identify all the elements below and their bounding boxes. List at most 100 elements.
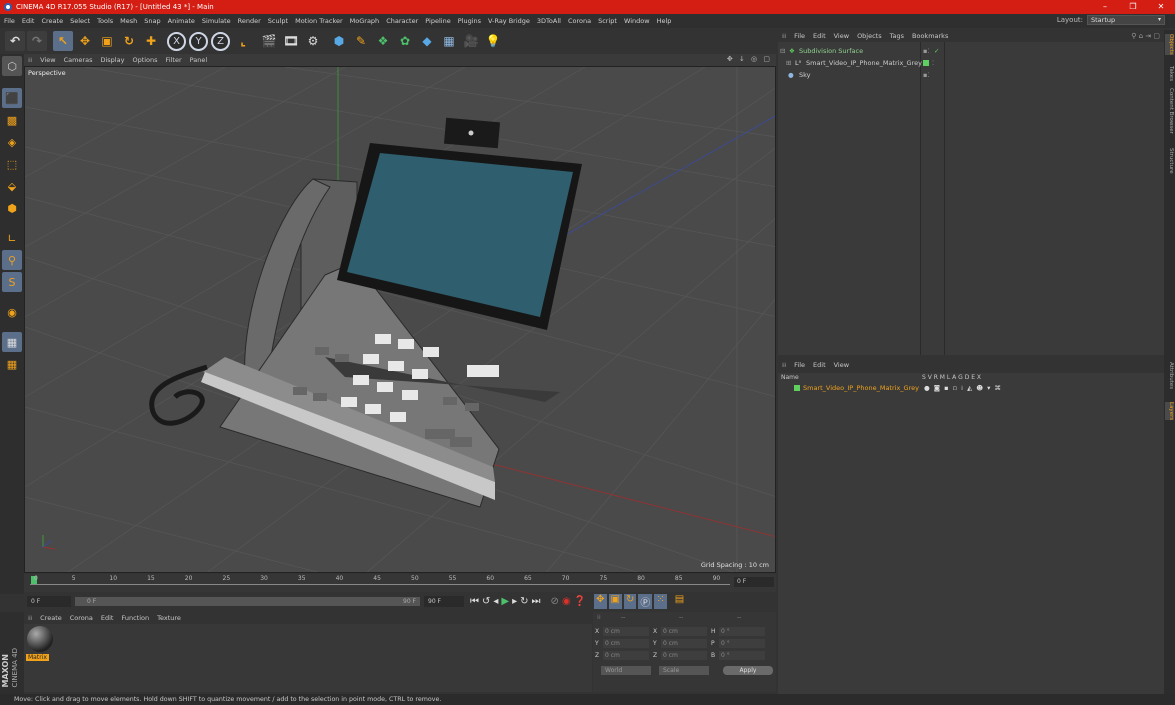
world-dropdown[interactable]: World [601,666,651,675]
key-position-icon[interactable]: ✥ [594,593,607,609]
perspective-viewport[interactable]: Perspective Grid Spacing : 10 cm [24,66,776,573]
undo-icon[interactable]: ↶ [5,31,25,51]
apply-button[interactable]: Apply [723,666,773,675]
pen-spline-icon[interactable]: ✎ [351,31,371,51]
planar-workplane-icon[interactable]: ▦ [2,354,22,374]
enabled-check-icon[interactable]: ✓ [934,45,939,57]
coord-value-field[interactable]: 0 cm [603,639,649,648]
close-button[interactable]: ✕ [1147,0,1175,14]
layer-row[interactable]: Smart_Video_IP_Phone_Matrix_Grey ● ◙ ▪ ▫… [778,382,1164,394]
visibility-dots-icon[interactable]: ⁚ [932,57,934,69]
layer-menu-file[interactable]: File [794,361,805,369]
camera-icon[interactable]: 🎥 [461,31,481,51]
motion-record-icon[interactable]: ⊘ [551,596,559,607]
floor-icon[interactable]: ▦ [439,31,459,51]
material-menu-create[interactable]: Create [40,614,62,622]
edges-mode-icon[interactable]: ⬙ [2,176,22,196]
menu-character[interactable]: Character [386,17,418,25]
menu-3dtoall[interactable]: 3DToAll [537,17,561,25]
record-keys-icon[interactable]: ◉ [562,596,571,607]
timeline-ruler[interactable]: 0 5 10 15 20 25 30 35 40 45 50 55 60 65 70 75 80 85 90 0 F [24,574,776,592]
add-object-icon[interactable]: ✚ [141,31,161,51]
menu-create[interactable]: Create [41,17,63,25]
maximize-button[interactable]: ❐ [1119,0,1147,14]
texture-mode-icon[interactable]: ▩ [2,110,22,130]
make-editable-icon[interactable]: ⬡ [2,56,22,76]
render-settings-icon[interactable]: ⚙ [303,31,323,51]
auto-key-icon[interactable]: ❓ [574,596,586,607]
polygons-mode-icon[interactable]: ⬢ [2,198,22,218]
expand-icon[interactable]: ⊞ [786,57,791,69]
material-menu-corona[interactable]: Corona [70,614,93,622]
workplane-lock-icon[interactable]: ▦ [2,332,22,352]
visibility-dots-icon[interactable]: ▪⁚ [923,45,929,57]
object-row-subdivision-surface[interactable]: ⊟ ❖ Subdivision Surface ▪⁚ ✓ [778,45,1164,57]
preview-range-slider[interactable]: 0 F 90 F [75,596,420,606]
object-name[interactable]: Subdivision Surface [799,45,863,57]
menu-snap[interactable]: Snap [144,17,160,25]
material-swatch[interactable] [27,626,53,652]
object-menu-bookmarks[interactable]: Bookmarks [912,32,948,40]
rotate-tool-icon[interactable]: ↻ [119,31,139,51]
coord-value-field[interactable]: 0 ° [719,651,765,660]
key-parameter-icon[interactable]: Ⓟ [638,593,653,609]
menu-sculpt[interactable]: Sculpt [268,17,288,25]
material-menu-edit[interactable]: Edit [101,614,114,622]
material-menu-function[interactable]: Function [121,614,149,622]
viewport-menu-filter[interactable]: Filter [166,56,182,64]
menu-script[interactable]: Script [598,17,617,25]
previous-frame-icon[interactable]: ◂ [493,596,498,607]
viewport-menu-panel[interactable]: Panel [190,56,208,64]
sculpt-icon[interactable]: ◉ [2,302,22,322]
axis-mode-icon[interactable]: ∟ [2,228,22,248]
object-menu-edit[interactable]: Edit [813,32,826,40]
x-axis-lock-icon[interactable]: X [167,31,186,51]
object-menu-file[interactable]: File [794,32,805,40]
expand-icon[interactable]: ⊟ [780,45,785,57]
viewport-menu-cameras[interactable]: Cameras [64,56,93,64]
layer-menu-edit[interactable]: Edit [813,361,826,369]
menu-simulate[interactable]: Simulate [202,17,231,25]
minimize-button[interactable]: – [1091,0,1119,14]
layer-name[interactable]: Smart_Video_IP_Phone_Matrix_Grey [803,382,919,394]
tab-structure[interactable]: Structure [1165,148,1174,174]
redo-icon[interactable]: ↷ [27,31,47,51]
menu-mesh[interactable]: Mesh [120,17,137,25]
coord-value-field[interactable]: 0 ° [719,627,765,636]
menu-help[interactable]: Help [657,17,672,25]
coord-value-field[interactable]: 0 cm [603,651,649,660]
menu-mograph[interactable]: MoGraph [350,17,380,25]
y-axis-lock-icon[interactable]: Y [189,31,208,51]
render-picture-viewer-icon[interactable]: 🎞 [281,31,301,51]
menu-corona[interactable]: Corona [568,17,591,25]
key-scale-icon[interactable]: ▣ [608,593,622,609]
layer-color-swatch[interactable] [794,385,800,391]
cloner-icon[interactable]: ✿ [395,31,415,51]
scale-dropdown[interactable]: Scale [659,666,709,675]
object-row-sky[interactable]: ● Sky ▪⁚ [778,69,1164,81]
workplane-mode-icon[interactable]: ◈ [2,132,22,152]
menu-render[interactable]: Render [238,17,261,25]
layer-menu-view[interactable]: View [834,361,849,369]
next-frame-icon[interactable]: ▸ [512,596,517,607]
menu-edit[interactable]: Edit [22,17,35,25]
go-to-end-icon[interactable]: ⏭ [532,596,541,607]
coord-value-field[interactable]: 0 ° [719,639,765,648]
timeline-window-icon[interactable]: ▤ [675,594,684,609]
previous-key-icon[interactable]: ↺ [482,596,490,607]
object-menu-view[interactable]: View [834,32,849,40]
material-name-label[interactable]: Matrix [26,654,49,661]
tweak-mode-icon[interactable]: ⚲ [2,250,22,270]
layout-dropdown[interactable]: Startup [1087,15,1165,25]
next-key-icon[interactable]: ↻ [520,596,528,607]
tab-takes[interactable]: Takes [1165,66,1174,81]
key-pla-icon[interactable]: ⁙ [654,593,667,609]
subdivision-surface-icon[interactable]: ❖ [373,31,393,51]
menu-pipeline[interactable]: Pipeline [425,17,450,25]
menu-animate[interactable]: Animate [168,17,195,25]
coord-value-field[interactable]: 0 cm [661,627,707,636]
scale-tool-icon[interactable]: ▣ [97,31,117,51]
coord-value-field[interactable]: 0 cm [603,627,649,636]
tab-layers[interactable]: Layers [1165,402,1174,421]
menu-vray-bridge[interactable]: V-Ray Bridge [488,17,530,25]
